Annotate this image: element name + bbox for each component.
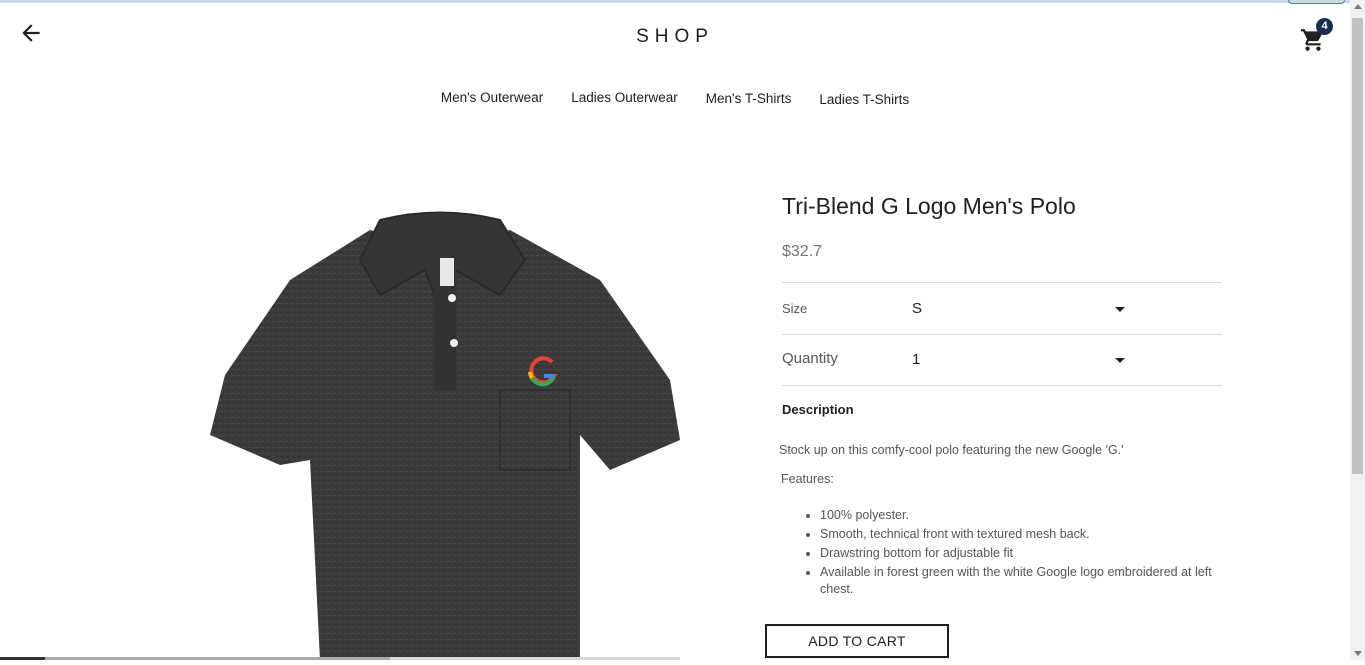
product-image [200,200,690,660]
size-label: Size [782,301,808,316]
description-heading: Description [782,402,854,417]
scrollbar[interactable] [1350,0,1365,660]
quantity-select[interactable]: 1 [912,351,920,368]
quantity-dropdown-icon[interactable] [1115,358,1125,363]
tab-ladies-outerwear[interactable]: Ladies Outerwear [557,90,692,105]
divider [782,334,1222,335]
quantity-label: Quantity [782,350,838,367]
size-dropdown-icon[interactable] [1115,307,1125,312]
product-title: Tri-Blend G Logo Men's Polo [782,193,1076,219]
list-item: Drawstring bottom for adjustable fit [820,545,1240,562]
description-text: Stock up on this comfy-cool polo featuri… [779,443,1124,457]
list-item: Available in forest green with the white… [820,564,1240,598]
features-label: Features: [781,472,834,486]
tab-mens-outerwear[interactable]: Men's Outerwear [427,90,557,105]
scroll-up-icon[interactable] [1354,4,1362,9]
divider [782,385,1222,386]
tab-ladies-t-shirts[interactable]: Ladies T-Shirts [805,92,923,107]
scroll-thumb[interactable] [1352,18,1363,474]
divider [782,282,1222,283]
add-to-cart-button[interactable]: ADD TO CART [765,624,949,658]
category-tabs: Men's Outerwear Ladies Outerwear Men's T… [0,90,1350,107]
scroll-down-icon[interactable] [1354,651,1362,656]
tab-mens-t-shirts[interactable]: Men's T-Shirts [692,91,806,106]
features-list: 100% polyester. Smooth, technical front … [802,507,1240,600]
browser-top-control [1288,0,1345,4]
size-select[interactable]: S [912,300,922,317]
list-item: Smooth, technical front with textured me… [820,526,1240,543]
browser-top-edge [0,0,1350,3]
list-item: 100% polyester. [820,507,1240,524]
shop-logo[interactable]: SHOP [0,26,1350,48]
cart-count-badge: 4 [1316,18,1333,35]
product-price: $32.7 [782,243,823,260]
